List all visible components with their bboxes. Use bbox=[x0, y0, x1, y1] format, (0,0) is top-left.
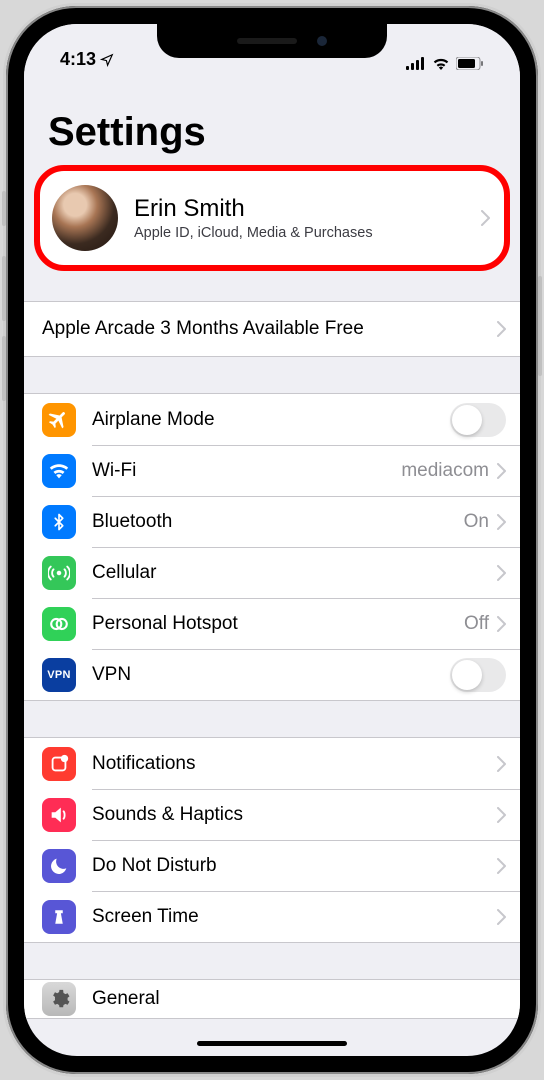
vpn-row[interactable]: VPN VPN bbox=[24, 649, 520, 700]
row-value: Off bbox=[464, 613, 489, 635]
airplane-mode-row[interactable]: Airplane Mode bbox=[24, 394, 520, 445]
screen-time-icon bbox=[42, 900, 76, 934]
airplane-mode-toggle[interactable] bbox=[450, 403, 506, 437]
apple-id-section: Erin Smith Apple ID, iCloud, Media & Pur… bbox=[34, 165, 510, 271]
hotspot-icon bbox=[42, 607, 76, 641]
battery-icon bbox=[456, 57, 484, 70]
dnd-icon bbox=[42, 849, 76, 883]
vpn-icon-label: VPN bbox=[47, 669, 71, 681]
bluetooth-row[interactable]: Bluetooth On bbox=[24, 496, 520, 547]
row-label: Screen Time bbox=[92, 906, 497, 928]
power-button bbox=[538, 276, 542, 376]
screen-time-row[interactable]: Screen Time bbox=[24, 891, 520, 942]
vpn-icon: VPN bbox=[42, 658, 76, 692]
mute-switch bbox=[2, 191, 6, 226]
sounds-icon bbox=[42, 798, 76, 832]
row-value: On bbox=[464, 511, 489, 533]
row-label: Airplane Mode bbox=[92, 409, 450, 431]
apple-id-row[interactable]: Erin Smith Apple ID, iCloud, Media & Pur… bbox=[40, 171, 504, 265]
notifications-icon bbox=[42, 747, 76, 781]
do-not-disturb-row[interactable]: Do Not Disturb bbox=[24, 840, 520, 891]
connectivity-section: Airplane Mode Wi-Fi mediacom bbox=[24, 393, 520, 701]
row-label: VPN bbox=[92, 664, 450, 686]
profile-text: Erin Smith Apple ID, iCloud, Media & Pur… bbox=[134, 195, 481, 241]
wifi-status-icon bbox=[432, 57, 450, 70]
settings-scroll-view[interactable]: Settings Erin Smith Apple ID, iCloud, Me… bbox=[24, 72, 520, 1056]
row-label: Notifications bbox=[92, 753, 497, 775]
row-label: General bbox=[92, 988, 506, 1010]
profile-subtitle: Apple ID, iCloud, Media & Purchases bbox=[134, 225, 481, 241]
wifi-row[interactable]: Wi-Fi mediacom bbox=[24, 445, 520, 496]
chevron-right-icon bbox=[497, 909, 506, 925]
notch bbox=[157, 24, 387, 58]
screen: 4:13 bbox=[24, 24, 520, 1056]
location-arrow-icon bbox=[100, 53, 114, 67]
volume-down-button bbox=[2, 336, 6, 401]
general-row[interactable]: General bbox=[24, 980, 520, 1018]
promo-section: Apple Arcade 3 Months Available Free bbox=[24, 301, 520, 357]
row-label: Personal Hotspot bbox=[92, 613, 464, 635]
apple-arcade-promo-row[interactable]: Apple Arcade 3 Months Available Free bbox=[24, 302, 520, 356]
airplane-icon bbox=[42, 403, 76, 437]
chevron-right-icon bbox=[497, 807, 506, 823]
profile-name: Erin Smith bbox=[134, 195, 481, 223]
chevron-right-icon bbox=[497, 565, 506, 581]
row-label: Wi-Fi bbox=[92, 460, 401, 482]
avatar bbox=[52, 185, 118, 251]
general-icon bbox=[42, 982, 76, 1016]
row-value: mediacom bbox=[401, 460, 489, 482]
page-title: Settings bbox=[24, 72, 520, 165]
home-indicator[interactable] bbox=[197, 1041, 347, 1046]
cellular-signal-icon bbox=[406, 57, 426, 70]
chevron-right-icon bbox=[497, 321, 506, 337]
status-time: 4:13 bbox=[60, 49, 114, 70]
sounds-haptics-row[interactable]: Sounds & Haptics bbox=[24, 789, 520, 840]
row-label: Cellular bbox=[92, 562, 497, 584]
promo-label: Apple Arcade 3 Months Available Free bbox=[42, 318, 497, 340]
personal-hotspot-row[interactable]: Personal Hotspot Off bbox=[24, 598, 520, 649]
vpn-toggle[interactable] bbox=[450, 658, 506, 692]
chevron-right-icon bbox=[497, 858, 506, 874]
cellular-icon bbox=[42, 556, 76, 590]
chevron-right-icon bbox=[497, 463, 506, 479]
notifications-row[interactable]: Notifications bbox=[24, 738, 520, 789]
cellular-row[interactable]: Cellular bbox=[24, 547, 520, 598]
row-label: Sounds & Haptics bbox=[92, 804, 497, 826]
notifications-section: Notifications Sounds & Haptics bbox=[24, 737, 520, 943]
wifi-icon bbox=[42, 454, 76, 488]
row-label: Do Not Disturb bbox=[92, 855, 497, 877]
row-label: Bluetooth bbox=[92, 511, 464, 533]
status-icons bbox=[406, 57, 484, 70]
clock-text: 4:13 bbox=[60, 49, 96, 70]
general-section: General bbox=[24, 979, 520, 1019]
chevron-right-icon bbox=[497, 514, 506, 530]
phone-frame: 4:13 bbox=[6, 6, 538, 1074]
chevron-right-icon bbox=[497, 756, 506, 772]
bluetooth-icon bbox=[42, 505, 76, 539]
chevron-right-icon bbox=[481, 210, 490, 226]
volume-up-button bbox=[2, 256, 6, 321]
chevron-right-icon bbox=[497, 616, 506, 632]
